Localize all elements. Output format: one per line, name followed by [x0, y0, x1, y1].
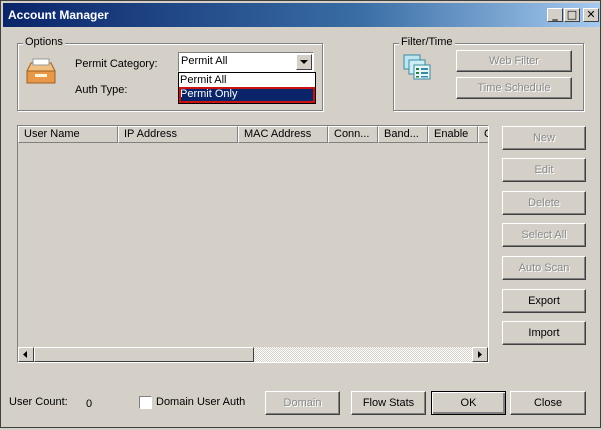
delete-button[interactable]: Delete — [502, 191, 586, 215]
scroll-right-icon[interactable] — [472, 347, 488, 362]
export-button[interactable]: Export — [502, 289, 586, 313]
close-button[interactable]: Close — [510, 391, 586, 415]
filter-time-group-label: Filter/Time — [399, 36, 455, 48]
ok-button[interactable]: OK — [431, 391, 506, 415]
import-button[interactable]: Import — [502, 321, 586, 345]
column-mac-address[interactable]: MAC Address — [238, 126, 328, 143]
window-title: Account Manager — [8, 8, 109, 22]
options-group-label: Options — [23, 36, 65, 48]
auth-type-label: Auth Type: — [75, 84, 128, 96]
column-connections[interactable]: Conn... — [328, 126, 378, 143]
flow-stats-button[interactable]: Flow Stats — [351, 391, 426, 415]
permit-category-value: Permit All — [181, 55, 228, 67]
domain-user-auth-label[interactable]: Domain User Auth — [156, 396, 245, 408]
time-schedule-button[interactable]: Time Schedule — [456, 77, 572, 99]
user-count-label: User Count: — [9, 396, 68, 408]
column-ip-address[interactable]: IP Address — [118, 126, 238, 143]
scroll-track[interactable] — [254, 347, 472, 362]
option-permit-only[interactable]: Permit Only — [179, 87, 315, 103]
domain-button[interactable]: Domain — [265, 391, 340, 415]
filter-list-icon — [403, 53, 433, 83]
user-table[interactable]: User Name IP Address MAC Address Conn...… — [17, 125, 489, 363]
title-bar[interactable]: Account Manager _ □ ✕ — [3, 3, 600, 27]
options-folder-icon — [25, 55, 57, 87]
domain-user-auth-checkbox[interactable] — [139, 396, 152, 409]
permit-category-label: Permit Category: — [75, 58, 158, 70]
scroll-left-icon[interactable] — [18, 347, 34, 362]
horizontal-scrollbar[interactable] — [18, 347, 488, 362]
permit-category-dropdown: Permit All Permit Only — [178, 72, 316, 104]
column-bandwidth[interactable]: Band... — [378, 126, 428, 143]
table-header: User Name IP Address MAC Address Conn...… — [18, 126, 488, 143]
auto-scan-button[interactable]: Auto Scan — [502, 256, 586, 280]
scroll-thumb[interactable] — [34, 347, 254, 362]
column-c[interactable]: C — [478, 126, 488, 143]
user-count-value: 0 — [86, 398, 93, 410]
chevron-down-icon[interactable] — [296, 54, 312, 70]
account-manager-window: Account Manager _ □ ✕ Options Permit Cat… — [0, 0, 601, 428]
close-window-button[interactable]: ✕ — [583, 8, 599, 22]
maximize-button[interactable]: □ — [564, 8, 580, 22]
minimize-button[interactable]: _ — [547, 8, 563, 22]
column-enable[interactable]: Enable — [428, 126, 478, 143]
web-filter-button[interactable]: Web Filter — [456, 50, 572, 72]
permit-category-select[interactable]: Permit All — [178, 52, 314, 72]
edit-button[interactable]: Edit — [502, 158, 586, 182]
select-all-button[interactable]: Select All — [502, 223, 586, 247]
option-permit-all[interactable]: Permit All — [179, 73, 315, 88]
new-button[interactable]: New — [502, 126, 586, 150]
column-user-name[interactable]: User Name — [18, 126, 118, 143]
